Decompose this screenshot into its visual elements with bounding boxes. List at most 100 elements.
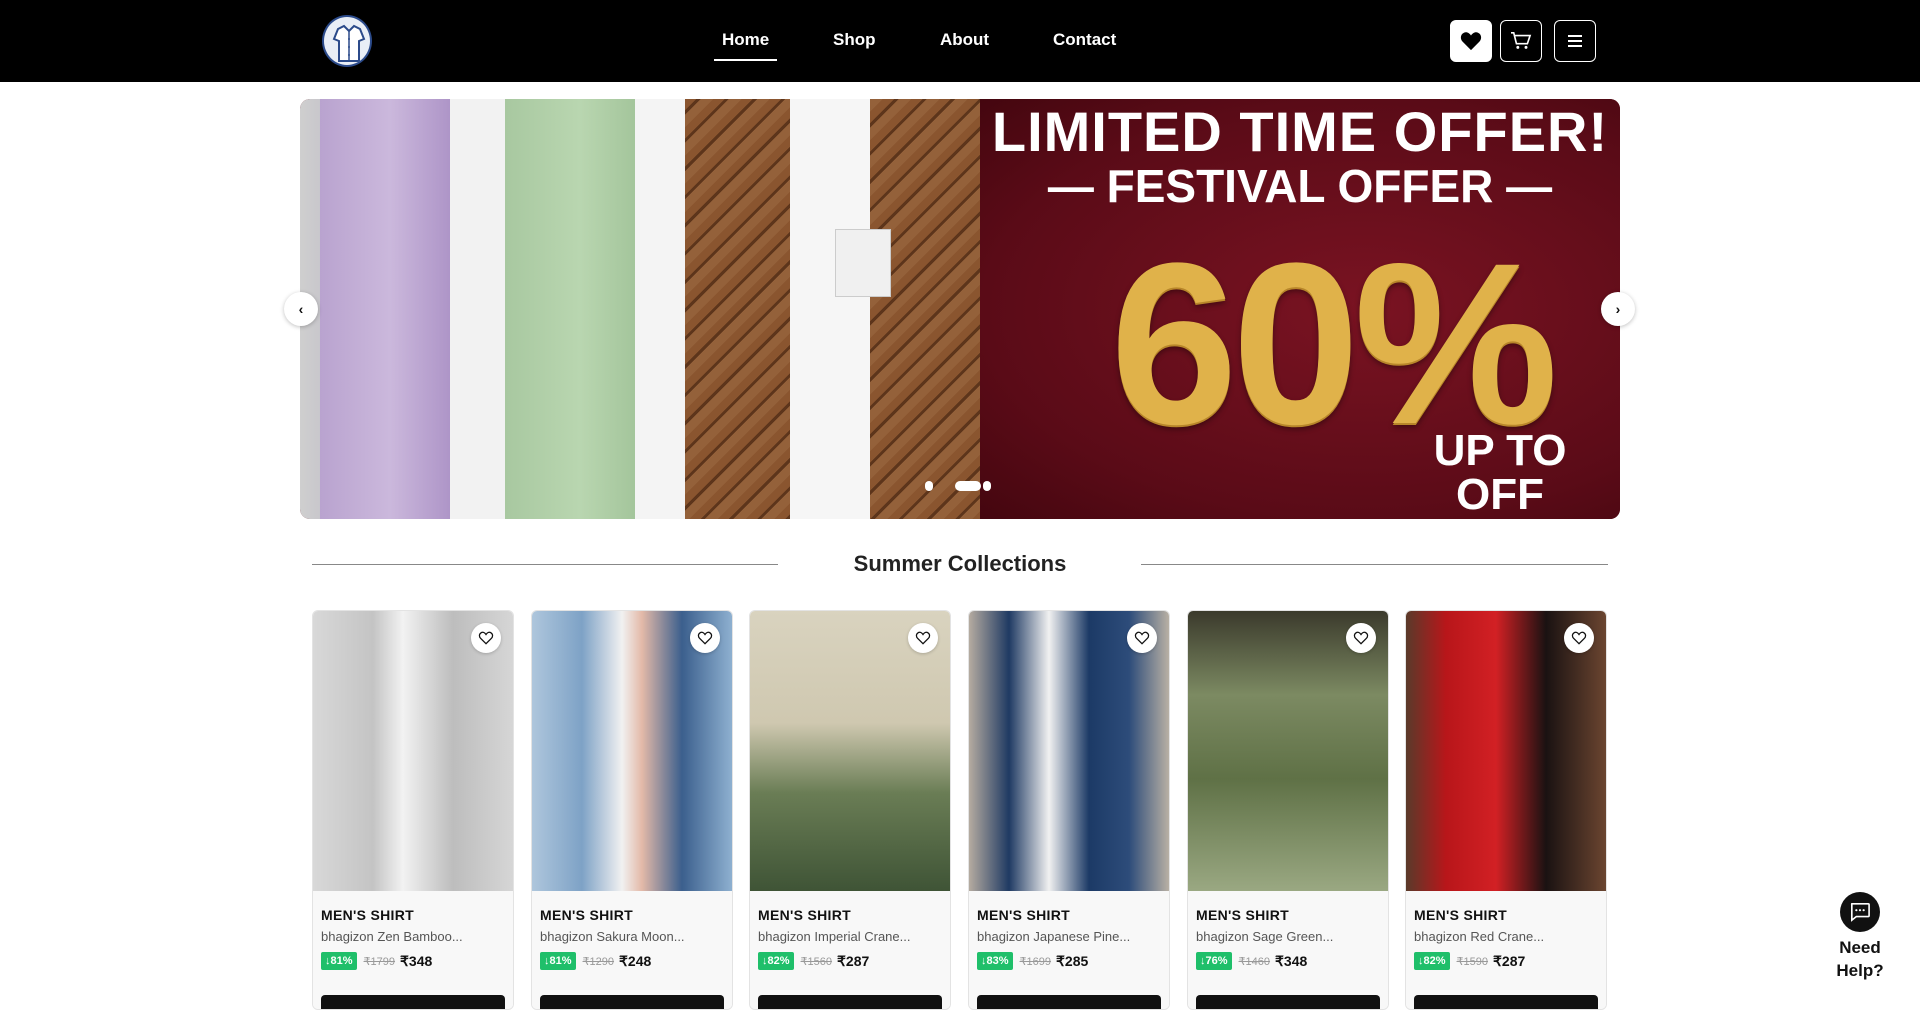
- need-help-label[interactable]: Need Help?: [1820, 936, 1900, 982]
- original-price: ₹1560: [800, 955, 833, 968]
- carousel-dot-1[interactable]: [925, 481, 933, 491]
- product-info: MEN'S SHIRT bhagizon Imperial Crane... ↓…: [750, 891, 950, 1009]
- chat-bubble-icon: [1850, 903, 1870, 922]
- product-info: MEN'S SHIRT bhagizon Sakura Moon... ↓81%…: [532, 891, 732, 1009]
- banner-subheadline: — FESTIVAL OFFER —: [1047, 160, 1553, 212]
- discount-badge: ↓83%: [977, 952, 1013, 970]
- product-image[interactable]: [750, 611, 950, 891]
- heart-outline-icon: [1571, 631, 1587, 645]
- price-row: ↓81% ₹1799 ₹348: [321, 951, 432, 971]
- nav-home[interactable]: Home: [722, 30, 769, 50]
- add-to-cart-button[interactable]: [1196, 995, 1380, 1009]
- discount-badge: ↓81%: [321, 952, 357, 970]
- product-category: MEN'S SHIRT: [321, 907, 414, 923]
- product-image[interactable]: [1406, 611, 1606, 891]
- site-header: Home Shop About Contact: [0, 0, 1920, 82]
- cart-icon: [1511, 32, 1532, 49]
- carousel-prev-button[interactable]: ‹: [284, 292, 318, 326]
- section-title: Summer Collections: [853, 551, 1067, 576]
- product-category: MEN'S SHIRT: [540, 907, 633, 923]
- price-row: ↓82% ₹1590 ₹287: [1414, 951, 1525, 971]
- carousel-next-button[interactable]: ›: [1601, 292, 1635, 326]
- heart-outline-icon: [1134, 631, 1150, 645]
- product-card[interactable]: MEN'S SHIRT bhagizon Zen Bamboo... ↓81% …: [312, 610, 514, 1010]
- product-image[interactable]: [532, 611, 732, 891]
- original-price: ₹1799: [363, 955, 396, 968]
- carousel-dot-2-active[interactable]: [955, 481, 981, 491]
- price-row: ↓81% ₹1290 ₹248: [540, 951, 651, 971]
- add-to-cart-button[interactable]: [1414, 995, 1598, 1009]
- product-category: MEN'S SHIRT: [977, 907, 1070, 923]
- original-price: ₹1460: [1238, 955, 1271, 968]
- product-info: MEN'S SHIRT bhagizon Zen Bamboo... ↓81% …: [313, 891, 513, 1009]
- heart-outline-icon: [478, 631, 494, 645]
- sale-price: ₹287: [837, 952, 870, 969]
- product-image[interactable]: [1188, 611, 1388, 891]
- help-line2: Help?: [1836, 961, 1884, 980]
- wishlist-toggle[interactable]: [1564, 623, 1594, 653]
- nav-about[interactable]: About: [940, 30, 989, 50]
- product-card[interactable]: MEN'S SHIRT bhagizon Japanese Pine... ↓8…: [968, 610, 1170, 1010]
- section-divider-right: [1141, 564, 1608, 565]
- menu-icon: [1568, 35, 1582, 47]
- original-price: ₹1699: [1019, 955, 1052, 968]
- shirt-logo-icon: [332, 24, 366, 62]
- discount-badge: ↓76%: [1196, 952, 1232, 970]
- discount-badge: ↓82%: [1414, 952, 1450, 970]
- add-to-cart-button[interactable]: [758, 995, 942, 1009]
- upto-line1: UP TO: [1433, 426, 1567, 475]
- wishlist-toggle[interactable]: [1127, 623, 1157, 653]
- wishlist-toggle[interactable]: [1346, 623, 1376, 653]
- product-name[interactable]: bhagizon Sage Green...: [1196, 929, 1333, 944]
- product-category: MEN'S SHIRT: [1196, 907, 1289, 923]
- heart-outline-icon: [915, 631, 931, 645]
- heart-icon: [1460, 32, 1482, 51]
- sale-price: ₹285: [1056, 952, 1089, 969]
- sale-price: ₹287: [1493, 952, 1526, 969]
- heart-outline-icon: [697, 631, 713, 645]
- upto-line2: OFF: [1456, 470, 1544, 519]
- banner-offer-panel: LIMITED TIME OFFER! — FESTIVAL OFFER — 6…: [980, 99, 1620, 519]
- add-to-cart-button[interactable]: [321, 995, 505, 1009]
- original-price: ₹1590: [1456, 955, 1489, 968]
- original-price: ₹1290: [582, 955, 615, 968]
- product-category: MEN'S SHIRT: [758, 907, 851, 923]
- menu-button[interactable]: [1554, 20, 1596, 62]
- brand-logo[interactable]: [322, 15, 372, 67]
- product-image[interactable]: [969, 611, 1169, 891]
- product-category: MEN'S SHIRT: [1414, 907, 1507, 923]
- help-line1: Need: [1839, 938, 1881, 957]
- product-card[interactable]: MEN'S SHIRT bhagizon Sage Green... ↓76% …: [1187, 610, 1389, 1010]
- nav-shop[interactable]: Shop: [833, 30, 876, 50]
- nav-contact[interactable]: Contact: [1053, 30, 1116, 50]
- product-card[interactable]: MEN'S SHIRT bhagizon Imperial Crane... ↓…: [749, 610, 951, 1010]
- heart-outline-icon: [1353, 631, 1369, 645]
- sale-price: ₹348: [1275, 952, 1308, 969]
- wishlist-toggle[interactable]: [471, 623, 501, 653]
- add-to-cart-button[interactable]: [540, 995, 724, 1009]
- price-row: ↓76% ₹1460 ₹348: [1196, 951, 1307, 971]
- wishlist-toggle[interactable]: [908, 623, 938, 653]
- banner-upto-text: UP TO OFF: [1400, 429, 1600, 517]
- product-name[interactable]: bhagizon Imperial Crane...: [758, 929, 910, 944]
- product-name[interactable]: bhagizon Red Crane...: [1414, 929, 1544, 944]
- product-info: MEN'S SHIRT bhagizon Japanese Pine... ↓8…: [969, 891, 1169, 1009]
- product-name[interactable]: bhagizon Zen Bamboo...: [321, 929, 463, 944]
- cart-button[interactable]: [1500, 20, 1542, 62]
- product-card[interactable]: MEN'S SHIRT bhagizon Sakura Moon... ↓81%…: [531, 610, 733, 1010]
- product-info: MEN'S SHIRT bhagizon Sage Green... ↓76% …: [1188, 891, 1388, 1009]
- discount-badge: ↓81%: [540, 952, 576, 970]
- wishlist-toggle[interactable]: [690, 623, 720, 653]
- section-divider-left: [312, 564, 778, 565]
- chat-help-button[interactable]: [1840, 892, 1880, 932]
- product-name[interactable]: bhagizon Japanese Pine...: [977, 929, 1130, 944]
- hero-carousel[interactable]: LIMITED TIME OFFER! — FESTIVAL OFFER — 6…: [300, 99, 1620, 519]
- wishlist-button[interactable]: [1450, 20, 1492, 62]
- nav-active-indicator: [714, 59, 777, 61]
- product-name[interactable]: bhagizon Sakura Moon...: [540, 929, 685, 944]
- product-image[interactable]: [313, 611, 513, 891]
- price-row: ↓82% ₹1560 ₹287: [758, 951, 869, 971]
- carousel-dot-3[interactable]: [983, 481, 991, 491]
- add-to-cart-button[interactable]: [977, 995, 1161, 1009]
- product-card[interactable]: MEN'S SHIRT bhagizon Red Crane... ↓82% ₹…: [1405, 610, 1607, 1010]
